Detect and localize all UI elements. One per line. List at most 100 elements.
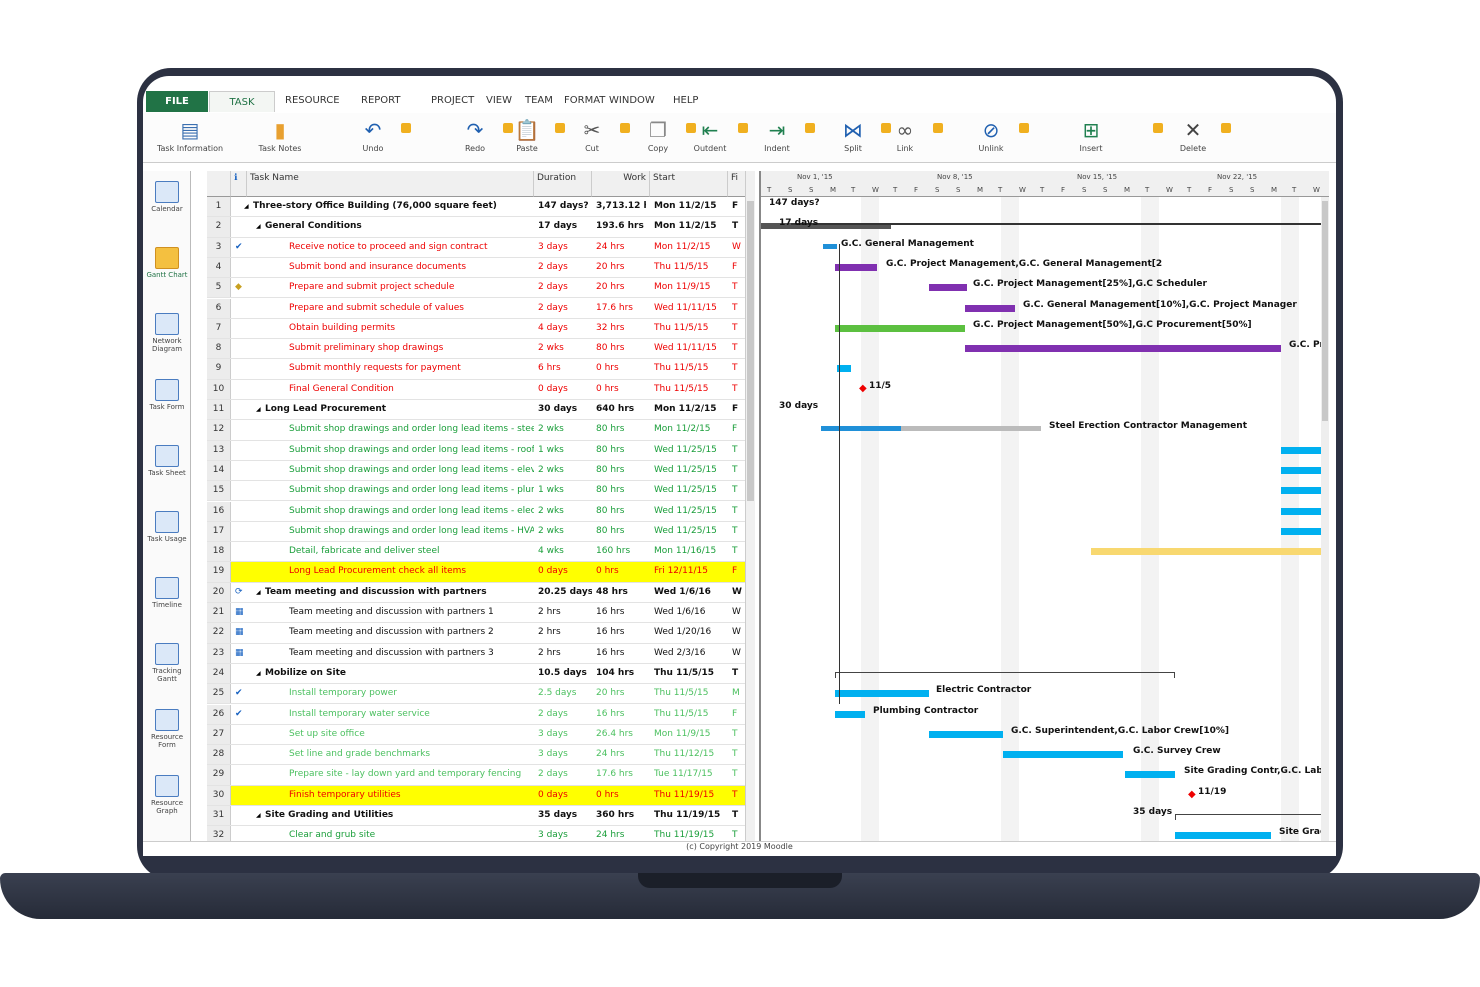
gantt-bar[interactable]: [1003, 751, 1123, 759]
menu-task[interactable]: TASK: [209, 91, 275, 112]
menu-window[interactable]: WINDOW: [609, 95, 655, 106]
column-work[interactable]: Work: [592, 171, 650, 197]
task-row[interactable]: 7 Obtain building permits 4 days 32 hrs Thu …: [207, 318, 747, 340]
gantt-bar[interactable]: [823, 243, 837, 249]
menu-help[interactable]: HELP: [673, 95, 698, 106]
link-label: Link: [896, 144, 914, 153]
task-row[interactable]: 9 Submit monthly requests for payment 6 hr…: [207, 359, 747, 380]
menu-format[interactable]: FORMAT: [564, 95, 605, 106]
task-row[interactable]: 13 Submit shop drawings and order long le…: [207, 440, 747, 461]
task-row[interactable]: 2 ◢ General Conditions 17 days 193.6 hrs Mon …: [207, 217, 747, 238]
view-task-usage[interactable]: Task Usage: [145, 511, 189, 543]
view-calendar[interactable]: Calendar: [145, 181, 189, 213]
task-row[interactable]: 16 Submit shop drawings and order long le…: [207, 501, 747, 522]
ribbon-button-task-notes[interactable]: ▮ Task Notes: [243, 119, 317, 153]
gantt-chart[interactable]: Nov 1, '15 Nov 8, '15 Nov 15, '15 Nov 22, '…: [759, 171, 1329, 841]
task-row[interactable]: 24 ◢ Mobilize on Site 10.5 days 104 hrs Thu 1…: [207, 663, 747, 685]
gantt-bar[interactable]: [1175, 832, 1271, 840]
ribbon-button-undo[interactable]: ↶ Undo: [351, 119, 395, 153]
gantt-bar[interactable]: [929, 730, 1003, 738]
task-row[interactable]: 15 Submit shop drawings and order long le…: [207, 481, 747, 502]
task-row[interactable]: 23 ▦ Team meeting and discussion with part…: [207, 643, 747, 664]
view-task-form[interactable]: Task Form: [145, 379, 189, 411]
gantt-bar[interactable]: [835, 324, 965, 332]
ribbon-button-cut[interactable]: ✂ Cut: [570, 119, 614, 153]
gantt-bar[interactable]: [821, 426, 901, 432]
view-tracking-gantt[interactable]: Tracking Gantt: [145, 643, 189, 683]
task-row[interactable]: 20 ⟳ ◢ Team meeting and discussion with par…: [207, 582, 747, 603]
task-row[interactable]: 27 Set up site office 3 days 26.4 hrs Mon 11…: [207, 724, 747, 746]
column-duration[interactable]: Duration: [534, 171, 592, 197]
scroll-thumb[interactable]: [747, 201, 754, 501]
task-row[interactable]: 10 Final General Condition 0 days 0 hrs Thu …: [207, 379, 747, 400]
ribbon-button-indent[interactable]: ⇥ Indent: [755, 119, 799, 153]
gantt-bar[interactable]: [929, 284, 967, 292]
gantt-bar[interactable]: [835, 710, 865, 718]
row-number: 4: [207, 257, 231, 278]
view-timeline[interactable]: Timeline: [145, 577, 189, 609]
ribbon-button-paste[interactable]: 📋 Paste: [505, 119, 549, 153]
ribbon-button-delete[interactable]: ✕ Delete: [1171, 119, 1215, 153]
task-row[interactable]: 8 Submit preliminary shop drawings 2 wks 80…: [207, 339, 747, 360]
menu-view[interactable]: VIEW: [486, 95, 512, 106]
view-network-diagram[interactable]: Network Diagram: [145, 313, 189, 353]
ribbon-button-insert[interactable]: ⊞ Insert: [1069, 119, 1113, 153]
task-row[interactable]: 6 Prepare and submit schedule of values 2 …: [207, 298, 747, 319]
gantt-scrollbar[interactable]: [1321, 197, 1329, 841]
menu-project[interactable]: PROJECT: [431, 95, 474, 106]
view-task-sheet[interactable]: Task Sheet: [145, 445, 189, 477]
task-row[interactable]: 30 Finish temporary utilities 0 days 0 hrs T…: [207, 785, 747, 806]
task-row[interactable]: 18 Detail, fabricate and deliver steel 4 w…: [207, 542, 747, 563]
task-row[interactable]: 12 Submit shop drawings and order long le…: [207, 420, 747, 441]
ribbon-button-copy[interactable]: ❐ Copy: [636, 119, 680, 153]
task-row[interactable]: 25 ✔ Install temporary power 2.5 days 20 hrs…: [207, 684, 747, 705]
task-row[interactable]: 3 ✔ Receive notice to proceed and sign con…: [207, 237, 747, 258]
task-row[interactable]: 11 ◢ Long Lead Procurement 30 days 640 hrs Mo…: [207, 400, 747, 421]
task-row[interactable]: 5 ◆ Prepare and submit project schedule 2 d…: [207, 278, 747, 299]
view-resource-form[interactable]: Resource Form: [145, 709, 189, 749]
task-work: 3,713.12 hrs: [596, 201, 646, 211]
gantt-bar[interactable]: [791, 223, 1329, 226]
ribbon-button-outdent[interactable]: ⇤ Outdent: [688, 119, 732, 153]
task-row[interactable]: 26 ✔ Install temporary water service 2 days…: [207, 704, 747, 725]
task-row[interactable]: 4 Submit bond and insurance documents 2 da…: [207, 257, 747, 279]
task-row[interactable]: 19 Long Lead Procurement check all items 0…: [207, 562, 747, 583]
menu-file[interactable]: FILE: [146, 91, 208, 112]
task-work: 0 hrs: [596, 789, 619, 800]
column-start[interactable]: Start: [650, 171, 728, 197]
gantt-bar[interactable]: [965, 304, 1015, 312]
column-task-name[interactable]: Task Name: [247, 171, 534, 197]
ribbon-button-task-information[interactable]: ▤ Task Information: [153, 119, 227, 153]
task-row[interactable]: 1 ◢ Three-story Office Building (76,000 sq…: [207, 197, 747, 218]
gantt-bar[interactable]: [1125, 771, 1175, 779]
task-row[interactable]: 31 ◢ Site Grading and Utilities 35 days 360 …: [207, 806, 747, 827]
view-gantt-chart[interactable]: Gantt Chart: [145, 247, 189, 279]
menu-resource[interactable]: RESOURCE: [285, 95, 340, 106]
menu-team[interactable]: TEAM: [525, 95, 553, 106]
row-number: 29: [207, 765, 231, 785]
task-work: 32 hrs: [596, 322, 625, 333]
gantt-bar[interactable]: [835, 690, 929, 698]
task-row[interactable]: 21 ▦ Team meeting and discussion with part…: [207, 603, 747, 624]
ribbon-button-unlink[interactable]: ⊘ Unlink: [969, 119, 1013, 153]
gantt-bar[interactable]: [835, 263, 877, 271]
undo-label: Undo: [362, 144, 384, 153]
task-row[interactable]: 29 Prepare site - lay down yard and tempo…: [207, 765, 747, 786]
ribbon-button-split[interactable]: ⋈ Split: [831, 119, 875, 153]
task-row[interactable]: 14 Submit shop drawings and order long le…: [207, 460, 747, 482]
gantt-scroll-thumb[interactable]: [1322, 201, 1328, 421]
ribbon-button-link[interactable]: ∞ Link: [883, 119, 927, 153]
gantt-bar-label: G.C. Superintendent,G.C. Labor Crew[10%]: [1011, 725, 1230, 736]
gantt-bar[interactable]: [965, 345, 1281, 353]
gantt-bar[interactable]: [1091, 548, 1329, 556]
view-resource-graph[interactable]: Resource Graph: [145, 775, 189, 815]
task-row[interactable]: 22 ▦ Team meeting and discussion with part…: [207, 623, 747, 644]
menu-report[interactable]: REPORT: [361, 95, 401, 106]
task-row[interactable]: 28 Set line and grade benchmarks 3 days 24 …: [207, 745, 747, 766]
task-row[interactable]: 17 Submit shop drawings and order long le…: [207, 521, 747, 543]
summary-bracket: [1175, 814, 1329, 820]
ribbon-button-redo[interactable]: ↷ Redo: [453, 119, 497, 153]
grid-scrollbar[interactable]: [745, 171, 755, 841]
task-work: 0 hrs: [596, 383, 619, 394]
undo-icon: ↶: [364, 118, 382, 142]
